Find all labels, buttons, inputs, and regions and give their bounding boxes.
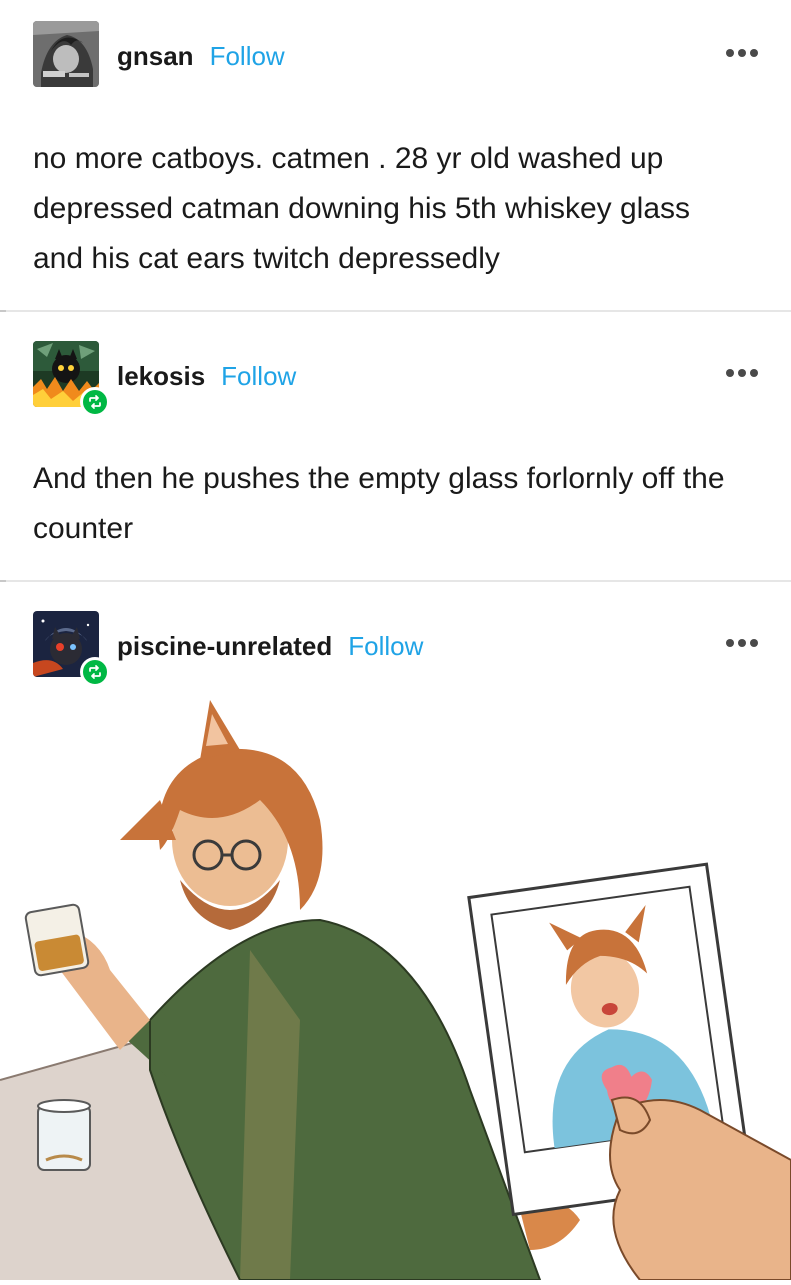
catman-illustration: [0, 700, 791, 1281]
avatar[interactable]: [33, 21, 99, 87]
divider-marker: [0, 310, 791, 312]
follow-button[interactable]: Follow: [348, 631, 423, 662]
reblog-icon: [80, 387, 110, 417]
whiskey-glass: [24, 903, 90, 977]
divider-marker: [0, 580, 791, 582]
post-illustration[interactable]: [0, 690, 791, 1281]
reblog-icon: [80, 657, 110, 687]
empty-glass: [37, 1099, 91, 1171]
name-row: lekosis Follow: [117, 361, 296, 392]
post-header: piscine-unrelated Follow: [33, 611, 758, 687]
post-header: gnsan Follow: [33, 21, 758, 89]
more-options-icon[interactable]: [726, 639, 758, 647]
post-header: lekosis Follow: [33, 341, 758, 417]
post-text: And then he pushes the empty glass forlo…: [33, 462, 725, 545]
post-text: no more catboys. catmen . 28 yr old wash…: [33, 142, 691, 275]
manga-avatar-image: [33, 21, 99, 87]
username[interactable]: gnsan: [117, 41, 194, 72]
follow-button[interactable]: Follow: [221, 361, 296, 392]
follow-button[interactable]: Follow: [210, 41, 285, 72]
name-row: gnsan Follow: [117, 41, 285, 72]
name-row: piscine-unrelated Follow: [117, 631, 423, 662]
username[interactable]: lekosis: [117, 361, 205, 392]
more-options-icon[interactable]: [726, 49, 758, 57]
username[interactable]: piscine-unrelated: [117, 631, 332, 662]
more-options-icon[interactable]: [726, 369, 758, 377]
